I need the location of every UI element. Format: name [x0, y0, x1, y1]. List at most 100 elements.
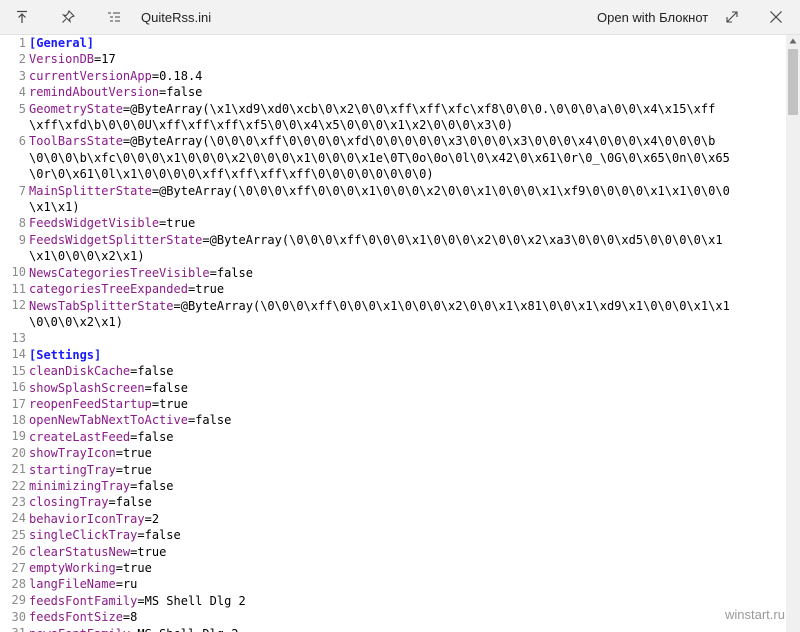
- setting-value: 8: [130, 610, 138, 625]
- line-number-gutter: 1 2 3 4 5 6 7 8 9 10 11 12 13 14 15 16 17 18 19 20 21 22 23 24 2…: [0, 35, 26, 632]
- setting-key: emptyWorking: [29, 561, 116, 575]
- setting-key: langFileName: [29, 577, 116, 592]
- line-number: 30: [11, 609, 26, 624]
- equals-sign: =: [108, 495, 116, 510]
- code-editor[interactable]: 1 2 3 4 5 6 7 8 9 10 11 12 13 14 15 16 17 18 19 20 21 22 23 24 2…: [0, 35, 786, 632]
- code-line: cleanDiskCache=false: [29, 363, 786, 379]
- setting-key: categoriesTreeExpanded: [29, 282, 188, 297]
- setting-key: createLastFeed: [29, 429, 131, 444]
- line-number: 25: [11, 527, 26, 542]
- line-number: 28: [11, 576, 26, 591]
- code-line: currentVersionApp=0.18.4: [29, 68, 786, 84]
- vertical-scrollbar[interactable]: [786, 35, 800, 632]
- scroll-up-arrow-icon[interactable]: [786, 35, 800, 47]
- setting-value: false: [144, 528, 181, 543]
- setting-key: feedsFontSize: [29, 610, 123, 625]
- line-number: 5: [18, 101, 26, 116]
- setting-key: ToolBarsState: [29, 134, 123, 149]
- equals-sign: =: [144, 511, 152, 526]
- line-number: 16: [11, 380, 26, 395]
- code-line: feedsFontSize=8: [29, 609, 786, 625]
- line-number: 22: [11, 478, 26, 493]
- setting-value: true: [137, 544, 167, 559]
- line-number: 17: [11, 396, 26, 411]
- line-number: 7: [18, 183, 26, 198]
- line-number: [0, 199, 26, 215]
- setting-value: false: [137, 478, 174, 493]
- code-line: [29, 330, 786, 346]
- code-line: closingTray=false: [29, 494, 786, 510]
- code-area[interactable]: [General] VersionDB=17 currentVersionApp=0…: [29, 35, 786, 632]
- setting-key: openNewTabNextToActive: [29, 413, 188, 428]
- line-number: 23: [11, 494, 26, 509]
- code-line: ToolBarsState=@ByteArray(\0\0\0\xff\0\0\…: [29, 133, 786, 149]
- setting-key: cleanDiskCache: [29, 364, 131, 379]
- line-number: [0, 166, 26, 182]
- setting-value: @ByteArray(\0\0\0\xff\0\0\0\x1\0\0\0\x2\…: [209, 232, 723, 247]
- pin-icon[interactable]: [56, 5, 80, 29]
- open-with-button[interactable]: Open with Блокнот: [597, 10, 708, 25]
- section-header: [General]: [29, 36, 95, 50]
- code-line: minimizingTray=false: [29, 478, 786, 494]
- setting-key: NewsTabSplitterState: [29, 298, 174, 313]
- setting-value: @ByteArray(\0\0\0\xff\0\0\0\x1\0\0\0\x2\…: [180, 298, 730, 313]
- code-line: \0\0\0\b\xfc\0\0\0\x1\0\0\0\x2\0\0\0\x1\…: [29, 150, 786, 166]
- section-header: [Settings]: [29, 347, 102, 362]
- setting-key: startingTray: [29, 462, 116, 477]
- setting-value: true: [195, 282, 225, 297]
- setting-key: FeedsWidgetSplitterState: [29, 232, 203, 247]
- line-number: 26: [11, 544, 26, 559]
- setting-key: NewsCategoriesTreeVisible: [29, 265, 210, 280]
- setting-key: reopenFeedStartup: [29, 396, 152, 411]
- setting-value: true: [122, 446, 152, 461]
- line-number: 8: [18, 216, 26, 231]
- continuation-text: \x1\0\0\0\x2\x1): [29, 249, 145, 264]
- line-number: 2: [18, 52, 26, 67]
- setting-value: true: [122, 561, 152, 575]
- file-name: QuiteRss.ini: [141, 10, 212, 25]
- setting-key: clearStatusNew: [29, 544, 131, 559]
- code-line: langFileName=ru: [29, 576, 786, 592]
- scrollbar-thumb[interactable]: [788, 49, 798, 115]
- code-line: reopenFeedStartup=true: [29, 396, 786, 412]
- equals-sign: =: [115, 561, 123, 575]
- equals-sign: =: [115, 462, 123, 477]
- code-line: [General]: [29, 35, 786, 51]
- line-number: [0, 150, 26, 166]
- code-line: categoriesTreeExpanded=true: [29, 281, 786, 297]
- setting-value: true: [159, 396, 188, 411]
- code-line: startingTray=true: [29, 462, 786, 478]
- line-number: 29: [11, 593, 26, 608]
- scroll-to-top-icon[interactable]: [10, 5, 34, 29]
- watermark: winstart.ru: [725, 607, 785, 622]
- line-number: 19: [11, 429, 26, 444]
- close-icon[interactable]: [764, 5, 788, 29]
- code-line: \x1\x1): [29, 199, 786, 215]
- setting-value: false: [137, 429, 174, 444]
- line-number: 6: [18, 134, 26, 149]
- line-number: 1: [18, 36, 26, 50]
- continuation-text: \xff\xfd\b\0\0\0U\xff\xff\xff\xf5\0\0\x4…: [29, 118, 514, 133]
- line-number: 3: [18, 68, 26, 83]
- expand-icon[interactable]: [720, 5, 744, 29]
- line-number: 21: [11, 462, 26, 477]
- code-line: \0r\0\x61\0l\x1\0\0\0\0\xff\xff\xff\xff\…: [29, 166, 786, 182]
- setting-value: false: [216, 265, 253, 280]
- code-line: NewsCategoriesTreeVisible=false: [29, 265, 786, 281]
- code-line: FeedsWidgetSplitterState=@ByteArray(\0\0…: [29, 232, 786, 248]
- code-line: feedsFontFamily=MS Shell Dlg 2: [29, 593, 786, 609]
- outline-icon[interactable]: [102, 5, 126, 29]
- setting-key: showTrayIcon: [29, 446, 116, 461]
- line-number: [0, 248, 26, 264]
- code-line: FeedsWidgetVisible=true: [29, 215, 786, 231]
- line-number: 14: [11, 347, 26, 362]
- setting-value: false: [137, 364, 174, 379]
- line-number: 12: [11, 298, 26, 313]
- equals-sign: =: [173, 298, 181, 313]
- line-number: 27: [11, 560, 26, 575]
- code-line: remindAboutVersion=false: [29, 84, 786, 100]
- setting-key: currentVersionApp: [29, 68, 152, 83]
- equals-sign: =: [115, 577, 123, 592]
- code-line: showSplashScreen=false: [29, 380, 786, 396]
